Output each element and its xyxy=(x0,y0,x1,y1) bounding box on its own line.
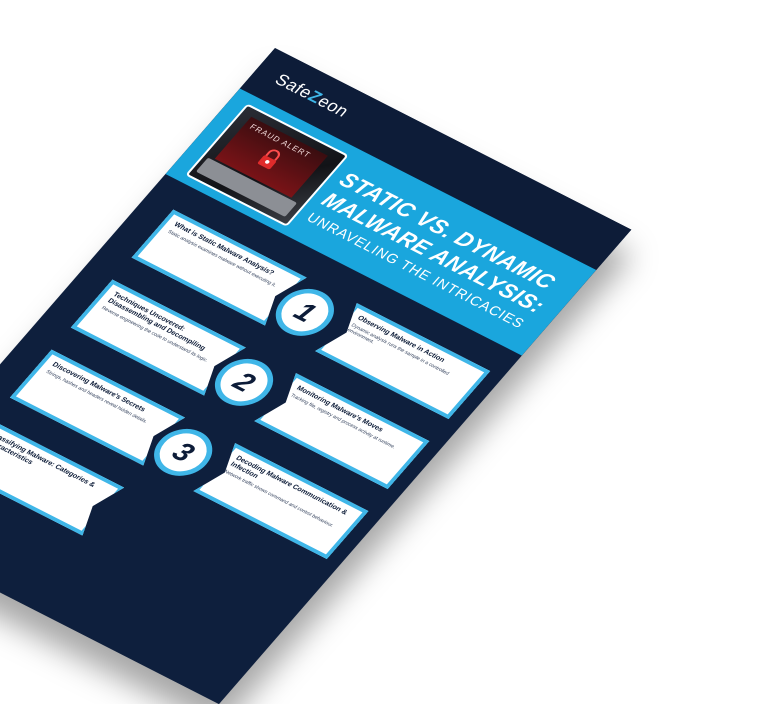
box-title: What is Static Malware Analysis? xyxy=(172,221,276,277)
box-title: Techniques Uncovered: Disassembling and … xyxy=(105,291,207,352)
box-text: Tracking file, registry and process acti… xyxy=(288,392,397,451)
box-title: Discovering Malware's Secrets xyxy=(50,361,147,414)
box-text: Strings, hashes and headers reveal hidde… xyxy=(44,369,149,425)
scene: SafeZeon FRAUD ALERT STATIC VS. DYNAMIC … xyxy=(0,0,780,704)
box-title: Monitoring Malware's Moves xyxy=(294,384,385,434)
box-title: Decoding Malware Communication & Infecti… xyxy=(228,454,349,517)
box-title: Observing Malware in Action xyxy=(355,314,446,364)
lock-icon xyxy=(257,149,281,170)
infographic-poster: SafeZeon FRAUD ALERT STATIC VS. DYNAMIC … xyxy=(0,48,632,704)
box-text: Static analysis examines malware without… xyxy=(166,229,278,289)
box-text: Dynamic analysis runs the sample in a co… xyxy=(345,322,451,377)
box-title: Classifying Malware: Categories & Charac… xyxy=(0,431,97,489)
